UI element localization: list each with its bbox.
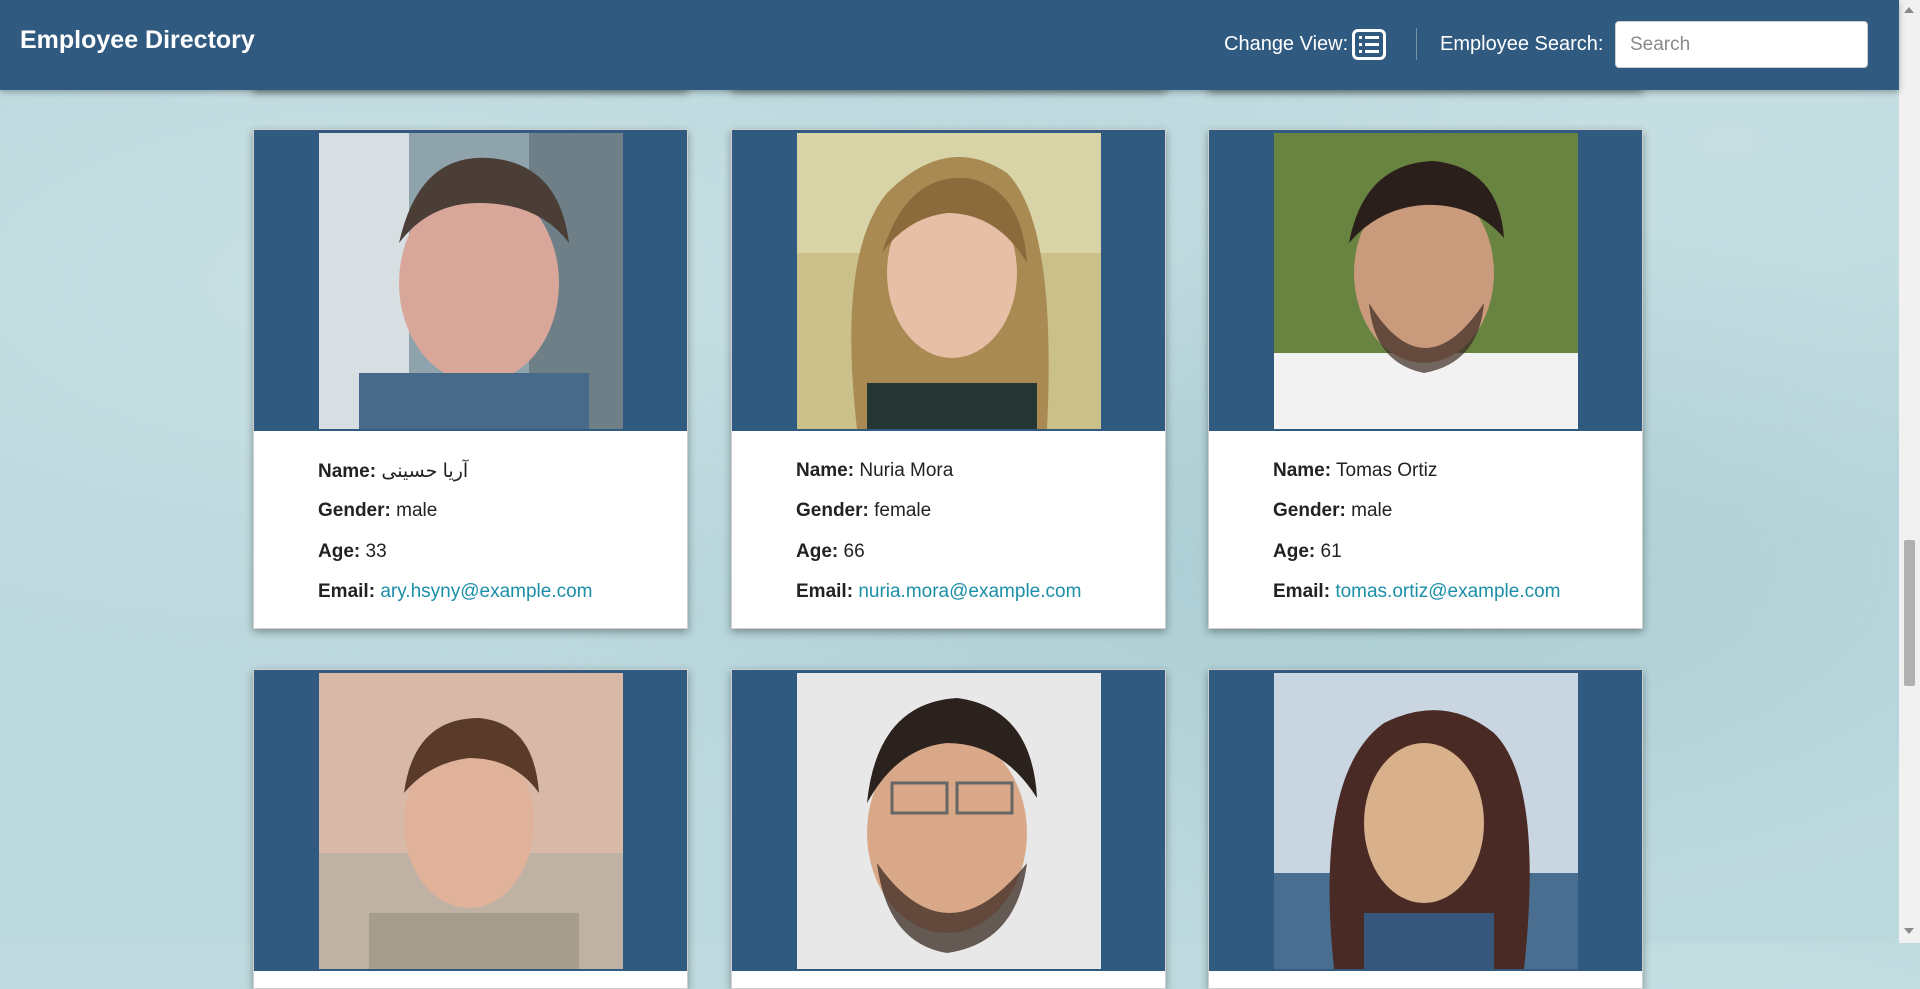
employee-email-link[interactable]: nuria.mora@example.com bbox=[858, 581, 1081, 602]
employee-gender: male bbox=[396, 500, 438, 521]
scroll-thumb[interactable] bbox=[1904, 540, 1915, 686]
photo-frame bbox=[1209, 670, 1642, 971]
employee-email-link[interactable]: tomas.ortiz@example.com bbox=[1335, 581, 1560, 602]
employee-photo bbox=[1274, 133, 1578, 429]
photo-frame bbox=[732, 130, 1165, 431]
employee-name: Nuria Mora bbox=[859, 460, 954, 481]
gender-label: Gender: bbox=[318, 500, 391, 521]
age-label: Age: bbox=[1273, 541, 1316, 562]
employee-gender: female bbox=[874, 500, 932, 521]
navbar: Employee Directory Change View: Employee… bbox=[0, 0, 1899, 90]
age-label: Age: bbox=[318, 541, 361, 562]
employee-card bbox=[731, 669, 1166, 989]
gender-label: Gender: bbox=[1273, 500, 1346, 521]
employee-photo bbox=[1274, 673, 1578, 969]
navbar-divider bbox=[1416, 28, 1417, 60]
employee-card bbox=[1208, 669, 1643, 989]
name-label: Name: bbox=[796, 460, 855, 481]
employee-photo bbox=[319, 673, 623, 969]
employee-card bbox=[253, 669, 688, 989]
photo-frame bbox=[1209, 130, 1642, 431]
employee-name: Tomas Ortiz bbox=[1336, 460, 1438, 481]
list-icon[interactable] bbox=[1352, 29, 1386, 60]
employee-card: Name: Nuria Mora Gender: female Age: 66 … bbox=[731, 129, 1166, 629]
employee-card: Name: Tomas Ortiz Gender: male Age: 61 E… bbox=[1208, 129, 1643, 629]
scrollbar[interactable] bbox=[1899, 0, 1920, 943]
photo-frame bbox=[732, 670, 1165, 971]
employee-search-label: Employee Search: bbox=[1440, 33, 1604, 55]
email-label: Email: bbox=[796, 581, 854, 602]
photo-frame bbox=[254, 130, 687, 431]
name-label: Name: bbox=[1273, 460, 1332, 481]
gender-label: Gender: bbox=[796, 500, 869, 521]
search-input[interactable] bbox=[1615, 21, 1868, 68]
employee-photo bbox=[797, 133, 1101, 429]
brand-title: Employee Directory bbox=[20, 26, 255, 54]
scroll-up-arrow-icon[interactable] bbox=[1904, 7, 1914, 13]
employee-card: Name: آریا حسینی Gender: male Age: 33 Em… bbox=[253, 129, 688, 629]
change-view-label: Change View: bbox=[1224, 33, 1349, 55]
employee-photo bbox=[319, 133, 623, 429]
employee-photo bbox=[797, 673, 1101, 969]
employee-age: 66 bbox=[843, 541, 865, 562]
email-label: Email: bbox=[318, 581, 376, 602]
employee-gender: male bbox=[1351, 500, 1393, 521]
employee-age: 61 bbox=[1320, 541, 1342, 562]
email-label: Email: bbox=[1273, 581, 1331, 602]
employee-email-link[interactable]: ary.hsyny@example.com bbox=[380, 581, 592, 602]
employee-name: آریا حسینی bbox=[381, 461, 469, 482]
name-label: Name: bbox=[318, 461, 377, 482]
scroll-down-arrow-icon[interactable] bbox=[1904, 928, 1914, 934]
age-label: Age: bbox=[796, 541, 839, 562]
photo-frame bbox=[254, 670, 687, 971]
employee-age: 33 bbox=[365, 541, 387, 562]
